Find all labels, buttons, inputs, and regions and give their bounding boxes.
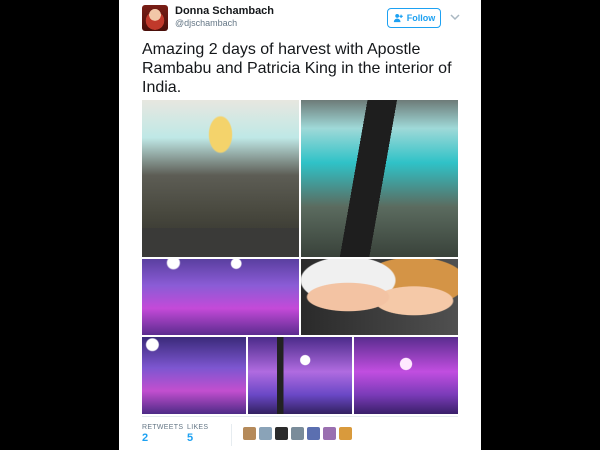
photo-person-filming[interactable] — [301, 100, 458, 257]
likers-list — [243, 427, 352, 440]
add-user-icon — [393, 14, 403, 23]
liker-avatar[interactable] — [275, 427, 288, 440]
follow-button[interactable]: Follow — [387, 8, 441, 28]
stats-divider — [142, 416, 458, 417]
author-handle[interactable]: @djschambach — [175, 18, 237, 28]
photo-speaker-stage[interactable] — [248, 337, 352, 414]
liker-avatar[interactable] — [339, 427, 352, 440]
stats-separator — [231, 424, 232, 446]
photo-selfie[interactable] — [301, 259, 458, 335]
follow-label: Follow — [406, 13, 436, 23]
liker-avatar[interactable] — [259, 427, 272, 440]
photo-crowd-stage[interactable] — [142, 100, 299, 257]
avatar[interactable] — [142, 5, 168, 31]
chevron-down-icon[interactable] — [449, 11, 461, 23]
retweets-count[interactable]: 2 — [142, 432, 148, 444]
likes-label[interactable]: LIKES — [187, 424, 208, 431]
liker-avatar[interactable] — [323, 427, 336, 440]
liker-avatar[interactable] — [307, 427, 320, 440]
author-name[interactable]: Donna Schambach — [175, 5, 274, 17]
photo-crowd-night[interactable] — [354, 337, 458, 414]
likes-count[interactable]: 5 — [187, 432, 193, 444]
media-grid[interactable] — [142, 100, 458, 414]
tweet-text: Amazing 2 days of harvest with Apostle R… — [142, 41, 452, 96]
retweets-label[interactable]: RETWEETS — [142, 424, 183, 431]
photo-crowd-lights[interactable] — [142, 337, 246, 414]
liker-avatar[interactable] — [291, 427, 304, 440]
liker-avatar[interactable] — [243, 427, 256, 440]
tweet-card: Donna Schambach @djschambach Follow Amaz… — [119, 0, 481, 450]
photo-night-crowd[interactable] — [142, 259, 299, 335]
